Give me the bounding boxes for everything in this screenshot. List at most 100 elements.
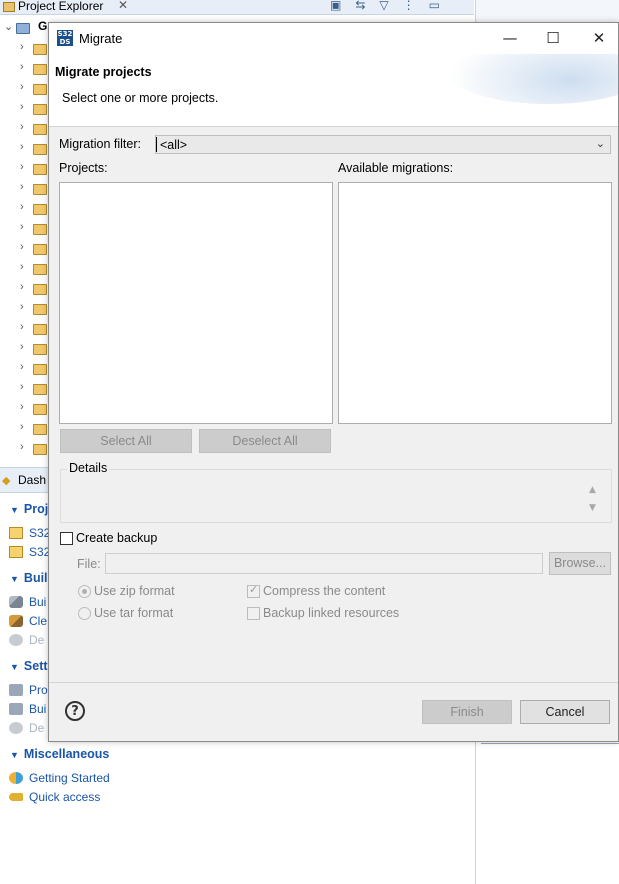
compress-content-checkbox[interactable] xyxy=(247,583,260,598)
tree-folder-item[interactable]: › xyxy=(0,139,48,159)
tree-folder-item[interactable]: › xyxy=(0,179,48,199)
dashboard-item[interactable]: S32 xyxy=(9,525,50,543)
tree-folder-item[interactable]: › xyxy=(0,279,48,299)
collapse-all-icon[interactable]: ▣ xyxy=(330,0,355,12)
tree-folder-item[interactable]: › xyxy=(0,39,48,59)
chevron-right-icon[interactable]: › xyxy=(20,301,24,313)
tree-folder-item[interactable]: › xyxy=(0,59,48,79)
tree-folder-item[interactable]: › xyxy=(0,419,48,439)
maximize-button[interactable]: ☐ xyxy=(538,27,568,49)
browse-button[interactable]: Browse... xyxy=(549,552,611,575)
dashboard-tab-label: Dash xyxy=(18,473,47,487)
tree-folder-item[interactable]: › xyxy=(0,299,48,319)
chevron-right-icon[interactable]: › xyxy=(20,381,24,393)
folder-icon xyxy=(33,184,47,195)
chevron-right-icon[interactable]: › xyxy=(20,261,24,273)
link-editor-icon[interactable]: ⇆ xyxy=(355,0,379,12)
chevron-right-icon[interactable]: › xyxy=(20,181,24,193)
dashboard-icon: ◆ xyxy=(2,475,11,487)
tree-folder-item[interactable]: › xyxy=(0,359,48,379)
chevron-right-icon[interactable]: › xyxy=(20,141,24,153)
backup-linked-checkbox[interactable] xyxy=(247,607,260,620)
build-settings-icon xyxy=(9,702,23,715)
filter-icon[interactable]: ▽ xyxy=(379,0,402,12)
section-miscellaneous[interactable]: ▼ Miscellaneous xyxy=(10,747,109,761)
file-input[interactable] xyxy=(105,553,543,574)
chevron-right-icon[interactable]: › xyxy=(20,321,24,333)
dashboard-tab[interactable]: ◆ Dash xyxy=(0,467,48,493)
view-toolbar: ▣⇆▽⋮▭ xyxy=(330,0,454,12)
tree-folder-item[interactable]: › xyxy=(0,319,48,339)
tree-folder-item[interactable]: › xyxy=(0,159,48,179)
chevron-right-icon[interactable]: › xyxy=(20,281,24,293)
chevron-right-icon[interactable]: › xyxy=(20,41,24,53)
dashboard-item[interactable]: Pro xyxy=(9,682,48,700)
tree-folder-item[interactable]: › xyxy=(0,99,48,119)
zip-format-radio[interactable] xyxy=(78,585,91,598)
minimize-icon[interactable]: ▭ xyxy=(429,0,454,12)
tree-folder-item[interactable]: › xyxy=(0,79,48,99)
minimize-button[interactable]: — xyxy=(495,27,525,49)
chevron-right-icon[interactable]: › xyxy=(20,241,24,253)
chevron-right-icon[interactable]: › xyxy=(20,401,24,413)
select-all-button[interactable]: Select All xyxy=(60,429,192,453)
tree-folder-item[interactable]: › xyxy=(0,439,48,459)
dashboard-item[interactable]: Cle xyxy=(9,613,47,631)
help-icon[interactable]: ? xyxy=(65,701,85,721)
chevron-right-icon[interactable]: › xyxy=(20,121,24,133)
section-settings[interactable]: ▼ Sett xyxy=(10,659,48,673)
finish-button[interactable]: Finish xyxy=(422,700,512,724)
scroll-up-icon[interactable]: ▲ xyxy=(589,485,596,495)
zip-format-label[interactable]: Use zip format xyxy=(94,584,175,598)
tree-root-item[interactable]: ⌄ G xyxy=(0,18,48,38)
tree-folder-item[interactable]: › xyxy=(0,259,48,279)
chevron-right-icon[interactable]: › xyxy=(20,221,24,233)
tree-folder-item[interactable]: › xyxy=(0,399,48,419)
create-backup-label[interactable]: Create backup xyxy=(76,531,157,545)
tree-folder-item[interactable]: › xyxy=(0,379,48,399)
migration-filter-select[interactable]: <all> ⌄ xyxy=(155,135,611,154)
chevron-right-icon[interactable]: › xyxy=(20,421,24,433)
dashboard-item[interactable]: S32 xyxy=(9,544,50,562)
chevron-down-icon[interactable]: ⌄ xyxy=(596,137,605,150)
create-backup-checkbox[interactable] xyxy=(60,532,73,545)
dashboard-item[interactable]: Bui xyxy=(9,701,46,719)
chevron-right-icon[interactable]: › xyxy=(20,81,24,93)
available-migrations-list[interactable] xyxy=(338,182,612,424)
quick-access-link[interactable]: Quick access xyxy=(9,789,100,807)
tree-folder-item[interactable]: › xyxy=(0,119,48,139)
chevron-down-icon: ▼ xyxy=(10,662,19,672)
projects-list[interactable] xyxy=(59,182,333,424)
chevron-right-icon[interactable]: › xyxy=(20,341,24,353)
scroll-down-icon[interactable]: ▼ xyxy=(589,503,596,513)
chevron-right-icon[interactable]: › xyxy=(20,201,24,213)
dashboard-item[interactable]: Bui xyxy=(9,594,46,612)
tar-format-label[interactable]: Use tar format xyxy=(94,606,173,620)
chevron-right-icon[interactable]: › xyxy=(20,161,24,173)
tree-folder-item[interactable]: › xyxy=(0,239,48,259)
compress-content-label[interactable]: Compress the content xyxy=(263,584,385,598)
close-icon[interactable]: ✕ xyxy=(118,0,128,12)
tree-folder-item[interactable]: › xyxy=(0,219,48,239)
tar-format-radio[interactable] xyxy=(78,607,91,620)
close-button[interactable]: ✕ xyxy=(584,27,614,49)
project-settings-icon xyxy=(9,683,23,696)
folder-icon xyxy=(33,404,47,415)
section-projects[interactable]: ▼ Proj xyxy=(10,502,48,516)
chevron-right-icon[interactable]: › xyxy=(20,101,24,113)
getting-started-link[interactable]: Getting Started xyxy=(9,770,110,788)
dialog-titlebar[interactable]: S32 DS Migrate — ☐ ✕ xyxy=(49,23,618,54)
chevron-right-icon[interactable]: › xyxy=(20,61,24,73)
chevron-right-icon[interactable]: › xyxy=(20,361,24,373)
tree-folder-item[interactable]: › xyxy=(0,339,48,359)
tree-folder-item[interactable]: › xyxy=(0,199,48,219)
backup-linked-label[interactable]: Backup linked resources xyxy=(263,606,399,620)
cancel-button[interactable]: Cancel xyxy=(520,700,610,724)
project-explorer-title[interactable]: Project Explorer xyxy=(18,0,103,13)
folder-icon xyxy=(33,424,47,435)
chevron-right-icon[interactable]: › xyxy=(20,441,24,453)
chevron-down-icon[interactable]: ⌄ xyxy=(4,20,13,33)
section-build[interactable]: ▼ Buil xyxy=(10,571,48,585)
deselect-all-button[interactable]: Deselect All xyxy=(199,429,331,453)
view-menu-icon[interactable]: ⋮ xyxy=(403,0,429,12)
